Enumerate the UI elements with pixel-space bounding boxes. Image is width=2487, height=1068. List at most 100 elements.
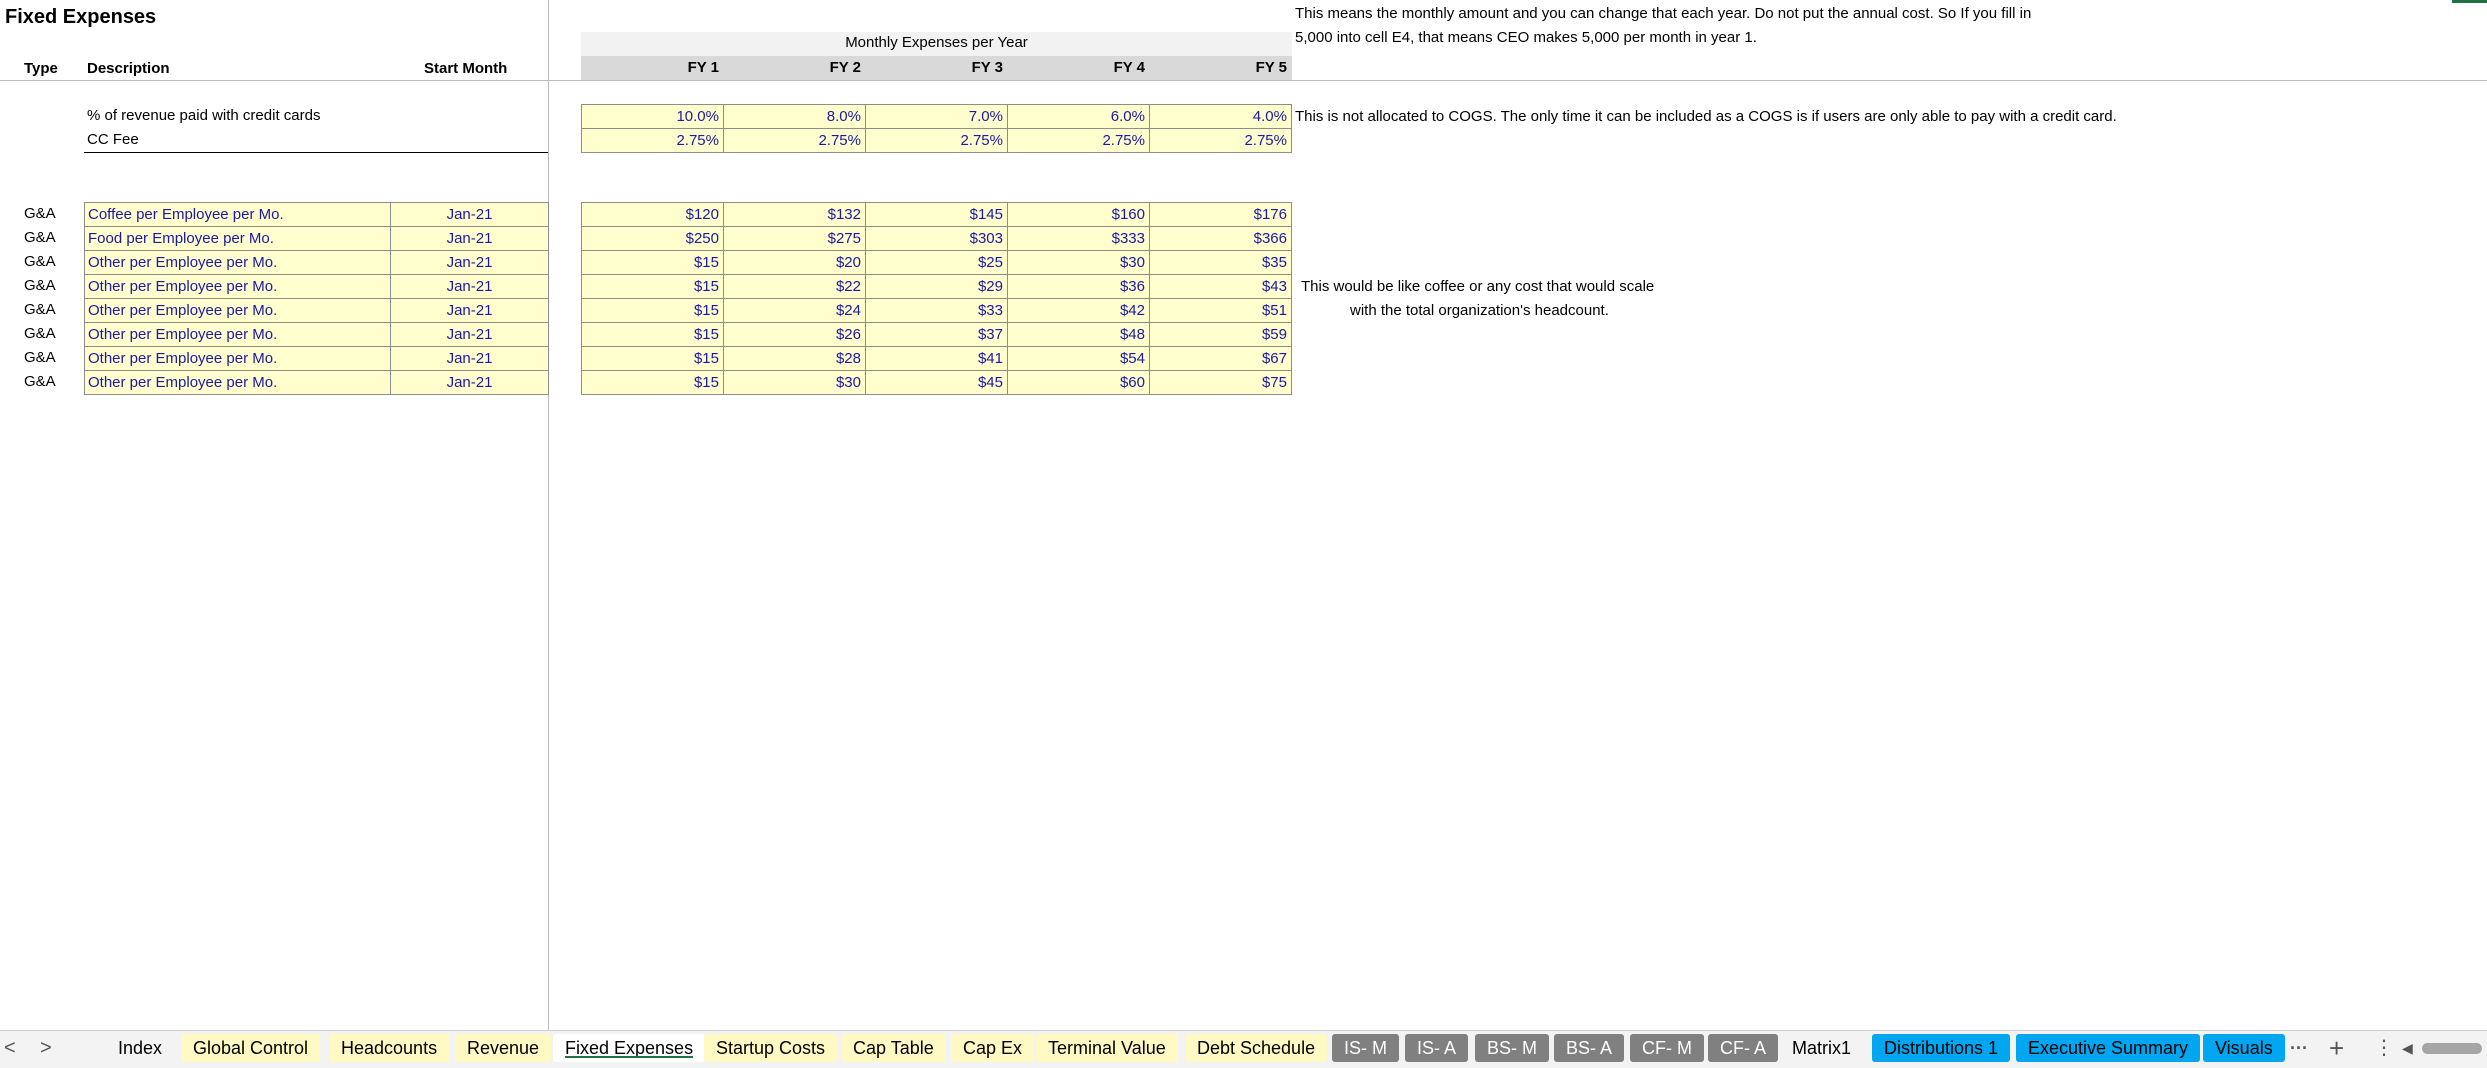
tab-terminal-value[interactable]: Terminal Value — [1036, 1034, 1178, 1062]
row-fy3[interactable]: $25 — [865, 250, 1008, 275]
row-description[interactable]: Other per Employee per Mo. — [84, 322, 391, 347]
row-description[interactable]: Other per Employee per Mo. — [84, 274, 391, 299]
row-fy2[interactable]: $132 — [723, 202, 866, 227]
row-fy5[interactable]: $59 — [1149, 322, 1292, 347]
row-fy2[interactable]: $26 — [723, 322, 866, 347]
row-description[interactable]: Other per Employee per Mo. — [84, 250, 391, 275]
row-fy5[interactable]: $75 — [1149, 370, 1292, 395]
row-description[interactable]: Coffee per Employee per Mo. — [84, 202, 391, 227]
row-description[interactable]: Other per Employee per Mo. — [84, 370, 391, 395]
cc-fee-fy1[interactable]: 2.75% — [581, 128, 724, 153]
row-fy4[interactable]: $60 — [1007, 370, 1150, 395]
cc-fee-fy3[interactable]: 2.75% — [865, 128, 1008, 153]
row-fy3[interactable]: $37 — [865, 322, 1008, 347]
vertical-dots-icon[interactable]: ⋮ — [2374, 1036, 2394, 1060]
tab-distributions-1[interactable]: Distributions 1 — [1872, 1034, 2011, 1062]
header-type: Type — [24, 60, 58, 77]
add-sheet-icon[interactable]: + — [2329, 1035, 2344, 1061]
scroll-left-icon[interactable]: ◀ — [2402, 1036, 2413, 1060]
row-fy5[interactable]: $176 — [1149, 202, 1292, 227]
tab-is-m[interactable]: IS- M — [1332, 1034, 1399, 1062]
row-description[interactable]: Food per Employee per Mo. — [84, 226, 391, 251]
row-fy2[interactable]: $275 — [723, 226, 866, 251]
row-fy4[interactable]: $30 — [1007, 250, 1150, 275]
row-start-month[interactable]: Jan-21 — [390, 274, 549, 299]
row-fy1[interactable]: $120 — [581, 202, 724, 227]
row-start-month[interactable]: Jan-21 — [390, 346, 549, 371]
top-note-line1: This means the monthly amount and you ca… — [1295, 5, 2032, 22]
row-fy4[interactable]: $36 — [1007, 274, 1150, 299]
row-fy5[interactable]: $35 — [1149, 250, 1292, 275]
row-fy3[interactable]: $145 — [865, 202, 1008, 227]
tab-bs-a[interactable]: BS- A — [1554, 1034, 1625, 1062]
cc-pct-fy3[interactable]: 7.0% — [865, 104, 1008, 129]
cc-fee-fy4[interactable]: 2.75% — [1007, 128, 1150, 153]
fy-header-4: FY 4 — [1113, 59, 1145, 76]
row-fy3[interactable]: $41 — [865, 346, 1008, 371]
row-fy1[interactable]: $15 — [581, 322, 724, 347]
row-fy4[interactable]: $48 — [1007, 322, 1150, 347]
row-fy2[interactable]: $22 — [723, 274, 866, 299]
cc-pct-fy4[interactable]: 6.0% — [1007, 104, 1150, 129]
row-fy2[interactable]: $20 — [723, 250, 866, 275]
row-fy1[interactable]: $15 — [581, 370, 724, 395]
row-description[interactable]: Other per Employee per Mo. — [84, 346, 391, 371]
row-start-month[interactable]: Jan-21 — [390, 370, 549, 395]
row-fy5[interactable]: $51 — [1149, 298, 1292, 323]
fy-header-3: FY 3 — [971, 59, 1003, 76]
row-start-month[interactable]: Jan-21 — [390, 202, 549, 227]
window-accent — [2452, 0, 2487, 3]
tab-startup-costs[interactable]: Startup Costs — [704, 1034, 838, 1062]
row-start-month[interactable]: Jan-21 — [390, 298, 549, 323]
horizontal-scrollbar-thumb[interactable] — [2422, 1043, 2482, 1054]
row-fy4[interactable]: $54 — [1007, 346, 1150, 371]
more-tabs-icon[interactable]: ··· — [2290, 1036, 2308, 1060]
cc-fee-fy2[interactable]: 2.75% — [723, 128, 866, 153]
tab-revenue[interactable]: Revenue — [455, 1034, 552, 1062]
row-start-month[interactable]: Jan-21 — [390, 226, 549, 251]
tab-cf-m[interactable]: CF- M — [1630, 1034, 1704, 1062]
row-description[interactable]: Other per Employee per Mo. — [84, 298, 391, 323]
tab-cf-a[interactable]: CF- A — [1708, 1034, 1779, 1062]
row-fy4[interactable]: $42 — [1007, 298, 1150, 323]
cc-fee-fy5[interactable]: 2.75% — [1149, 128, 1292, 153]
tab-cap-table[interactable]: Cap Table — [841, 1034, 946, 1062]
row-fy1[interactable]: $15 — [581, 250, 724, 275]
cc-pct-fy2[interactable]: 8.0% — [723, 104, 866, 129]
chevron-right-icon[interactable]: > — [40, 1036, 52, 1060]
row-fy1[interactable]: $15 — [581, 346, 724, 371]
row-fy4[interactable]: $160 — [1007, 202, 1150, 227]
row-fy1[interactable]: $15 — [581, 274, 724, 299]
tab-cap-ex[interactable]: Cap Ex — [951, 1034, 1035, 1062]
tab-debt-schedule[interactable]: Debt Schedule — [1185, 1034, 1328, 1062]
row-fy2[interactable]: $24 — [723, 298, 866, 323]
row-type: G&A — [24, 373, 56, 390]
row-fy4[interactable]: $333 — [1007, 226, 1150, 251]
row-fy3[interactable]: $33 — [865, 298, 1008, 323]
tab-global-control[interactable]: Global Control — [181, 1034, 321, 1062]
tab-visuals[interactable]: Visuals — [2203, 1034, 2285, 1062]
row-fy5[interactable]: $67 — [1149, 346, 1292, 371]
tab-headcounts[interactable]: Headcounts — [329, 1034, 450, 1062]
row-fy3[interactable]: $29 — [865, 274, 1008, 299]
row-start-month[interactable]: Jan-21 — [390, 322, 549, 347]
row-fy5[interactable]: $43 — [1149, 274, 1292, 299]
cc-pct-fy1[interactable]: 10.0% — [581, 104, 724, 129]
row-start-month[interactable]: Jan-21 — [390, 250, 549, 275]
row-fy2[interactable]: $28 — [723, 346, 866, 371]
row-fy5[interactable]: $366 — [1149, 226, 1292, 251]
row-fy1[interactable]: $250 — [581, 226, 724, 251]
tab-bs-m[interactable]: BS- M — [1475, 1034, 1550, 1062]
tab-executive-summary[interactable]: Executive Summary — [2016, 1034, 2201, 1062]
row-fy3[interactable]: $303 — [865, 226, 1008, 251]
tab-index[interactable]: Index — [106, 1034, 175, 1062]
tab-matrix1[interactable]: Matrix1 — [1780, 1034, 1864, 1062]
tab-fixed-expenses[interactable]: Fixed Expenses — [553, 1034, 706, 1062]
cc-pct-fy5[interactable]: 4.0% — [1149, 104, 1292, 129]
chevron-left-icon[interactable]: < — [4, 1036, 16, 1060]
row-fy2[interactable]: $30 — [723, 370, 866, 395]
header-description: Description — [87, 60, 170, 77]
row-fy1[interactable]: $15 — [581, 298, 724, 323]
tab-is-a[interactable]: IS- A — [1405, 1034, 1469, 1062]
row-fy3[interactable]: $45 — [865, 370, 1008, 395]
